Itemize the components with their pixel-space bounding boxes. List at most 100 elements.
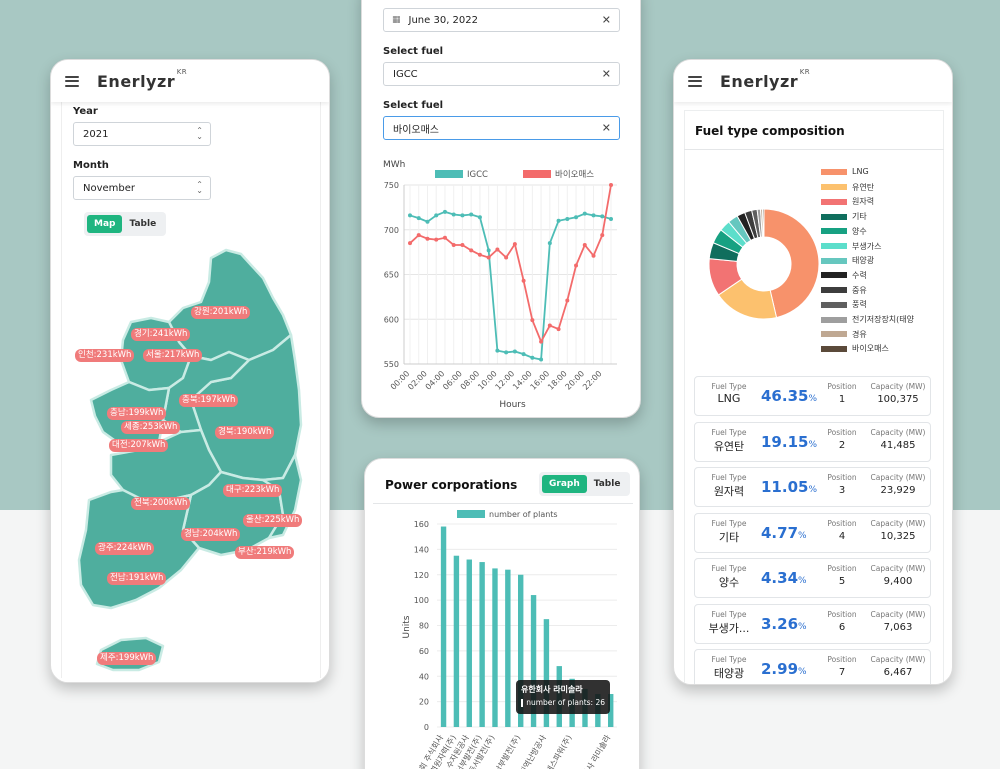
series-point [530,355,535,360]
fuel-percent: 46.35% [761,387,817,405]
legend-item[interactable]: 원자력 [821,196,874,207]
phone-map: Enerlyzr KR Year 2021 ⌃ ⌄ Month November ⌃… [50,59,330,683]
map-region-label: 세종:253kWh [121,421,181,434]
map-region-label: 충남:199kWh [107,407,167,420]
fuel-row[interactable]: Fuel Type 유연탄 19.15% Position 2 Capacity (MW)… [694,421,931,462]
x-tick-label: 22:00 [581,369,604,392]
legend-label: LNG [852,167,869,176]
x-tick-label: 유한회사 라미솔라 [574,733,613,769]
menu-icon[interactable] [65,75,79,87]
legend-item[interactable]: 경유 [821,329,867,340]
series-point [521,278,526,283]
legend-item[interactable]: 양수 [821,226,867,237]
fuel-percent-value: 3.26 [761,614,799,633]
fuel-percent: 19.15% [761,433,817,451]
series-point [582,242,587,247]
series-point [521,352,526,357]
fuel-type-value: 기타 [718,530,740,544]
bar [505,569,511,727]
fuel-row[interactable]: Fuel Type 태양광 2.99% Position 7 Capacity (MW) 6… [694,649,931,684]
series-point [477,252,482,257]
percent-suffix: % [798,530,807,541]
tooltip-title: 유한회사 라미솔라 [521,685,583,694]
map-region-label: 경기:241kWh [131,328,191,341]
legend-item[interactable]: 기타 [821,211,867,222]
position-label: Position [827,655,857,664]
legend-item[interactable]: 태양광 [821,255,874,266]
series-point [547,241,552,246]
series-point [547,323,552,328]
fuel-type-value: 원자력 [713,485,745,498]
bar-tooltip: 유한회사 라미솔라 number of plants: 26 [516,680,610,714]
y-tick-label: 120 [414,571,429,580]
legend-item[interactable]: 바이오매스 [821,343,889,354]
line-chart: MWhIGCC 바이오매스55060065070075000:0002:0004:… [383,160,617,410]
map-region-gangwon[interactable] [167,248,293,362]
legend-item[interactable]: 풍력 [821,299,867,310]
series-point [539,357,544,362]
fuel-percent: 2.99% [761,660,807,678]
series-point [469,248,474,253]
fuel-row[interactable]: Fuel Type 부생가... 3.26% Position 6 Capacity (M… [694,603,931,644]
menu-icon[interactable] [688,75,702,87]
position-cell: Position 4 [827,519,857,542]
fuel-row[interactable]: Fuel Type 원자력 11.05% Position 3 Capacity (MW)… [694,467,931,507]
series-point [451,212,456,217]
legend-label: number of plants [489,510,558,519]
legend-swatch [821,287,847,294]
fuel-percent-value: 4.77 [761,523,799,542]
legend-item[interactable]: 수력 [821,270,867,281]
legend-item[interactable]: 중유 [821,285,867,296]
legend-item[interactable]: 부생가스 [821,241,881,252]
series-point [512,242,517,247]
bar [453,555,460,727]
fuel-type-value: LNG [717,392,741,405]
app-logo: Enerlyzr KR [97,67,188,91]
legend-item[interactable]: 전기저장장치(태양 [821,314,914,325]
map-region-label: 경남:204kWh [181,528,241,541]
position-cell: Position 3 [827,473,857,496]
legend-swatch [821,345,847,352]
series-point [460,242,465,247]
bar [440,526,447,727]
fuel-row[interactable]: Fuel Type LNG 46.35% Position 1 Capacity (MW)… [694,376,931,416]
position-label: Position [827,427,857,437]
app-logo: Enerlyzr KR [720,67,811,91]
series-point [600,233,605,238]
series-point [477,215,482,220]
series-point [609,183,613,187]
map-region-label: 울산:225kWh [243,514,303,527]
fuel-row[interactable]: Fuel Type 기타 4.77% Position 4 Capacity (MW) 10… [694,512,931,553]
position-label: Position [827,564,857,573]
legend-swatch [821,198,847,205]
legend-swatch [821,213,847,220]
position-cell: Position 5 [827,564,857,587]
legend-item[interactable]: LNG [821,167,869,176]
capacity-value: 100,375 [877,394,919,405]
percent-suffix: % [798,576,807,586]
legend-swatch [821,257,847,264]
map-region-label: 제주:199kWh [97,652,157,665]
capacity-value: 7,063 [883,621,913,633]
fuel-percent: 11.05% [761,478,817,496]
fuel-type-label: Fuel Type [711,609,747,619]
fuel-row[interactable]: Fuel Type 양수 4.34% Position 5 Capacity (MW) 9,… [694,558,931,598]
series-point [451,242,456,247]
position-label: Position [827,609,857,619]
series-point [582,211,587,216]
series-point [408,213,412,218]
legend-item[interactable]: 유연탄 [821,182,874,193]
fuel-percent-value: 19.15 [761,432,809,451]
fuel-type-cell: Fuel Type 태양광 [699,655,759,681]
capacity-cell: Capacity (MW) 41,485 [867,428,929,451]
series-line [409,210,612,361]
y-tick-label: 600 [384,315,399,324]
fuel-percent: 3.26% [761,615,807,633]
position-label: Position [827,473,857,482]
capacity-label: Capacity (MW) [870,382,926,391]
y-tick-label: 60 [419,647,429,656]
capacity-label: Capacity (MW) [870,564,926,573]
series-point [460,213,465,218]
capacity-label: Capacity (MW) [870,609,926,619]
bar [466,559,472,727]
